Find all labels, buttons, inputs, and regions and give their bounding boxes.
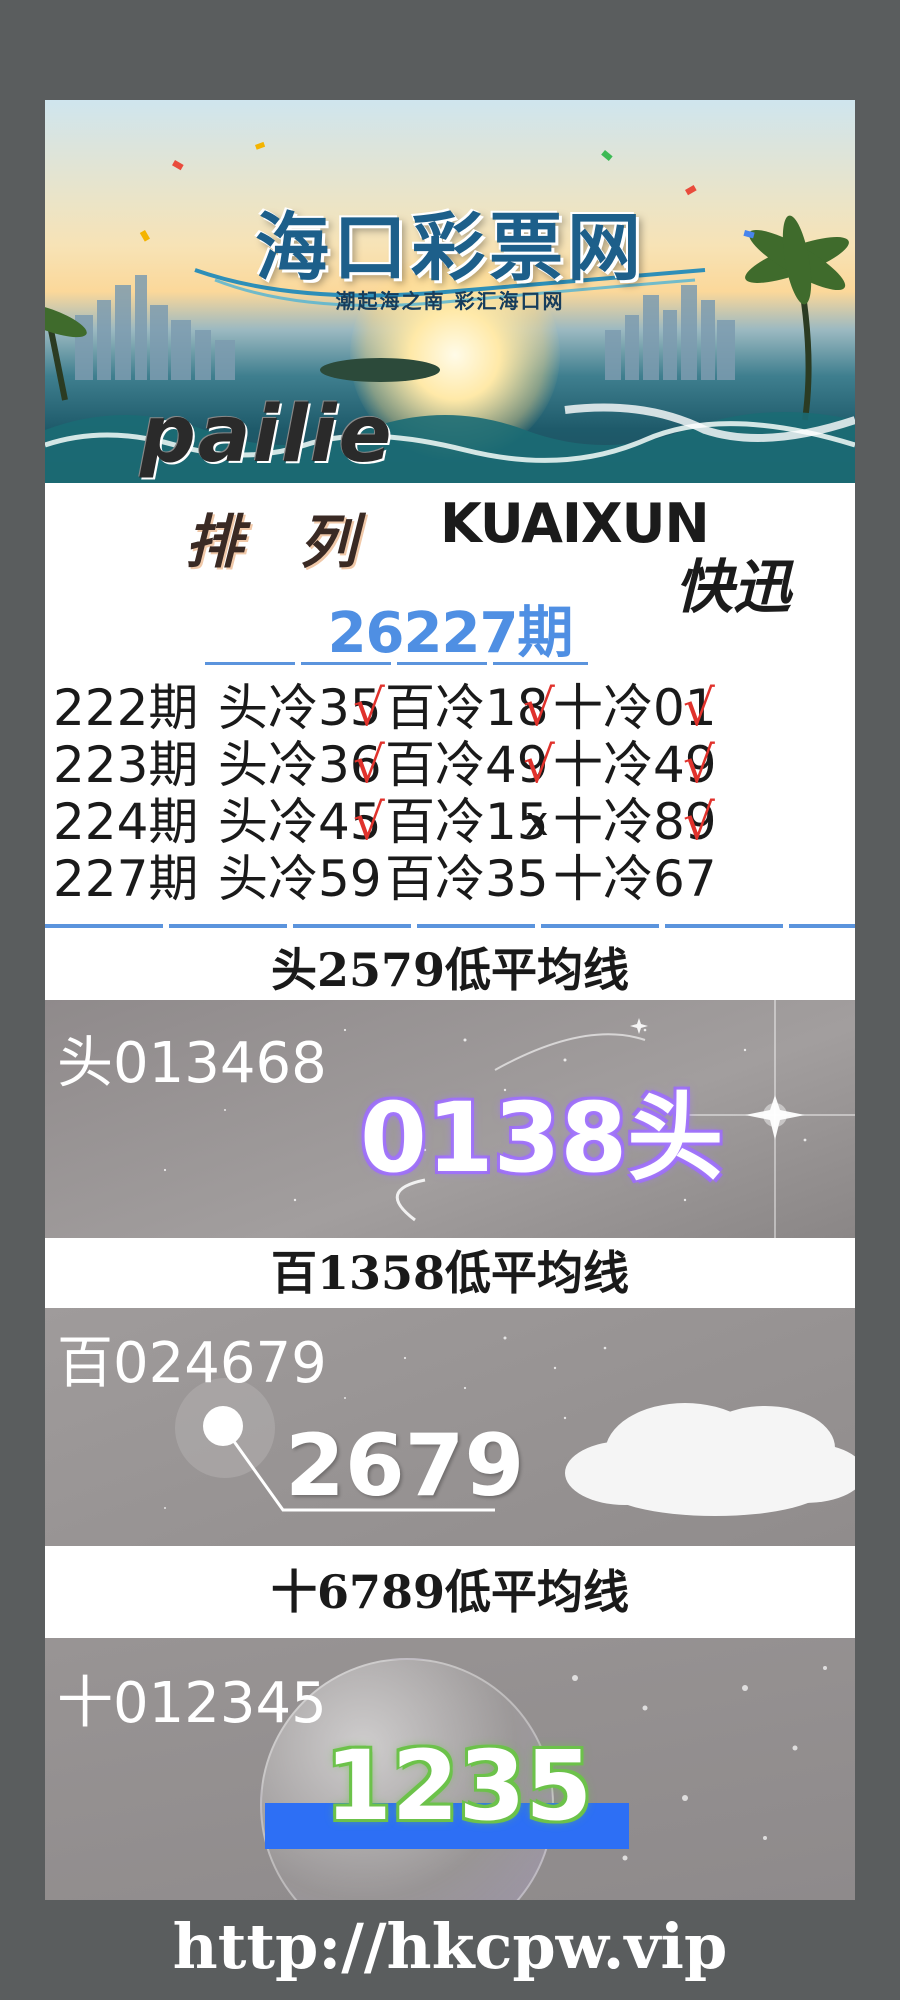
- head-mark: √: [353, 793, 385, 851]
- issue-underline: [301, 662, 391, 665]
- head-source-digits: 头013468: [57, 1031, 327, 1096]
- head-cold: 头冷59: [218, 850, 382, 908]
- history-list: 222期 头冷35 √ 百冷18 √ 十冷01 √ 223期 头冷36 √ 百冷…: [53, 680, 853, 908]
- kuaixun-logo: KUAIXUN: [440, 492, 710, 555]
- history-row: 224期 头冷45 √ 百冷15 x 十冷89 √: [53, 794, 853, 851]
- history-row: 222期 头冷35 √ 百冷18 √ 十冷01 √: [53, 680, 853, 737]
- brand-title: 海口彩票网: [255, 205, 645, 291]
- period-label: 223期: [53, 736, 199, 794]
- banner-image: 海口彩票网 潮起海之南 彩汇海口网 pailie: [45, 100, 855, 483]
- pailie-word: pailie: [140, 390, 394, 480]
- hundred-source-digits: 百024679: [57, 1331, 327, 1396]
- section-box-ten: 十012345 1235: [45, 1638, 855, 1900]
- ten-source-digits: 十012345: [57, 1671, 327, 1736]
- period-label: 222期: [53, 679, 199, 737]
- issue-underline: [205, 662, 295, 665]
- issue-underline: [397, 662, 487, 665]
- hundred-mark: x: [525, 799, 549, 845]
- ten-mark: √: [683, 793, 715, 851]
- ten-mark: √: [683, 736, 715, 794]
- brand-subtitle: 潮起海之南 彩汇海口网: [335, 289, 565, 313]
- head-mark: √: [353, 679, 385, 737]
- period-label: 224期: [53, 793, 199, 851]
- hundred-mark: √: [523, 679, 555, 737]
- section-heading-hundred: 百1358低平均线: [45, 1238, 855, 1308]
- section-box-head: 头013468 0138头: [45, 1000, 855, 1238]
- head-mark: √: [353, 736, 385, 794]
- section-heading-ten: 十6789低平均线: [45, 1546, 855, 1638]
- history-divider: [45, 924, 855, 928]
- ten-cold: 十冷67: [553, 850, 717, 908]
- section-box-hundred: 百024679 2679: [45, 1308, 855, 1546]
- hundred-pick: 2679: [285, 1416, 525, 1516]
- head-pick: 0138头: [360, 1082, 724, 1194]
- pailie-cn-label: 排 列: [185, 508, 376, 576]
- issue-number: 26227期: [327, 601, 574, 666]
- history-row: 227期 头冷59 百冷35 十冷67: [53, 851, 853, 908]
- section-heading-head: 头2579低平均线: [45, 940, 855, 1000]
- hundred-cold: 百冷35: [385, 850, 549, 908]
- ten-mark: √: [683, 679, 715, 737]
- period-label: 227期: [53, 850, 199, 908]
- issue-underline: [493, 662, 588, 665]
- poster-panel: 海口彩票网 潮起海之南 彩汇海口网 pailie 排 列 KUAIXUN 快迅 …: [45, 100, 855, 1900]
- hundred-mark: √: [523, 736, 555, 794]
- history-row: 223期 头冷36 √ 百冷49 √ 十冷49 √: [53, 737, 853, 794]
- site-url[interactable]: http://hkcpw.vip: [0, 1910, 900, 1983]
- ten-pick: 1235: [325, 1730, 593, 1842]
